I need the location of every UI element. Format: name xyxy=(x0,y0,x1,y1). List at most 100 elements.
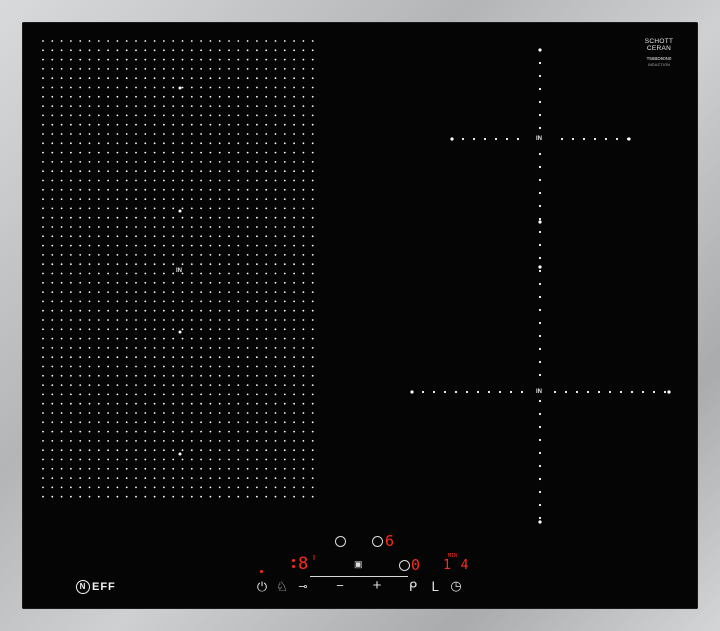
flex-grid-dot xyxy=(70,272,72,275)
flex-grid-dot xyxy=(153,319,156,321)
flex-grid-dot xyxy=(256,226,258,228)
flex-grid-dot xyxy=(163,114,165,117)
flex-grid-dot xyxy=(51,170,54,173)
wipe-protection-icon[interactable]: ▣ xyxy=(354,559,363,570)
flex-grid-dot xyxy=(181,430,184,433)
flex-grid-dot xyxy=(51,319,54,321)
flex-grid-dot xyxy=(293,142,295,145)
flex-grid-dot xyxy=(237,151,240,154)
flex-grid-dot xyxy=(200,198,203,201)
flex-zone-select-button[interactable] xyxy=(335,536,346,547)
flex-grid-dot xyxy=(293,486,295,489)
flex-grid-dot xyxy=(311,49,314,52)
flex-center-dot xyxy=(178,86,182,90)
sensor-button[interactable]: Ⅼ xyxy=(428,580,442,594)
flex-grid-dot xyxy=(283,467,286,470)
flex-grid-dot xyxy=(237,235,240,238)
flex-grid-dot xyxy=(209,281,212,284)
flex-grid-dot xyxy=(274,393,277,396)
flex-grid-dot xyxy=(200,49,203,52)
flex-grid-dot xyxy=(181,347,184,349)
flex-grid-dot xyxy=(116,467,119,470)
flex-grid-dot xyxy=(70,291,72,293)
flex-grid-dot xyxy=(135,216,137,219)
flex-grid-dot xyxy=(190,347,193,349)
right-vertical-dot xyxy=(538,269,542,273)
plus-button[interactable]: + xyxy=(370,578,384,593)
flex-grid-dot xyxy=(311,170,314,173)
right-vertical-dot xyxy=(538,204,542,208)
flex-grid-dot xyxy=(60,105,63,107)
flex-grid-dot xyxy=(144,467,147,470)
flex-grid-dot xyxy=(228,226,230,228)
childlock-button[interactable]: ♘ xyxy=(275,580,289,594)
flex-grid-dot xyxy=(172,384,175,386)
flex-grid-dot xyxy=(200,216,203,219)
minus-button[interactable]: − xyxy=(333,579,347,593)
flex-grid-dot xyxy=(153,254,156,256)
flex-grid-dot xyxy=(181,486,184,489)
flex-grid-dot xyxy=(116,328,119,331)
front-zone-select-button[interactable] xyxy=(399,560,410,571)
flex-grid-dot xyxy=(190,68,193,70)
flex-grid-dot xyxy=(163,374,165,377)
flex-grid-dot xyxy=(209,440,212,442)
flex-grid-dot xyxy=(70,58,72,61)
flex-grid-dot xyxy=(190,467,193,470)
flex-grid-dot xyxy=(79,291,82,293)
flex-grid-dot xyxy=(302,170,305,173)
flex-grid-dot xyxy=(283,105,286,107)
flex-grid-dot xyxy=(218,207,221,210)
flex-grid-dot xyxy=(172,365,175,368)
flex-grid-dot xyxy=(256,430,258,433)
flex-grid-dot xyxy=(181,393,184,396)
flex-grid-dot xyxy=(265,458,268,461)
flex-grid-dot xyxy=(293,449,295,452)
flex-grid-dot xyxy=(153,49,156,52)
flex-grid-dot xyxy=(172,77,175,80)
flex-grid-dot xyxy=(190,105,193,107)
flex-grid-dot xyxy=(209,384,212,386)
flex-grid-dot xyxy=(42,170,44,173)
right-top-horizontal-dot xyxy=(483,137,487,141)
flex-grid-dot xyxy=(79,226,82,228)
rear-zone-select-button[interactable] xyxy=(372,536,383,547)
flex-grid-dot xyxy=(107,58,109,61)
flex-grid-dot xyxy=(107,105,109,107)
flex-grid-dot xyxy=(107,235,109,238)
flex-grid-dot xyxy=(42,272,44,275)
right-bottom-horizontal-dot xyxy=(619,390,623,394)
power-button[interactable]: ⏻ xyxy=(255,580,269,594)
flex-grid-dot xyxy=(256,114,258,117)
flex-grid-dot xyxy=(42,412,44,414)
flex-grid-dot xyxy=(163,365,165,368)
flex-grid-dot xyxy=(125,393,128,396)
flex-grid-dot xyxy=(256,356,258,359)
flex-grid-dot xyxy=(97,86,100,89)
flex-grid-dot xyxy=(237,86,240,89)
flex-grid-dot xyxy=(60,68,63,70)
schott-ceran-logo: SCHOTT CERAN T56BD50N0 INDUCTION xyxy=(639,38,679,69)
flex-grid-dot xyxy=(135,244,137,247)
timer-button[interactable]: ◷ xyxy=(449,579,463,593)
flex-grid-dot xyxy=(60,49,63,52)
flex-grid-dot xyxy=(311,40,314,42)
flex-grid-dot xyxy=(218,263,221,266)
flex-grid-dot xyxy=(181,40,184,42)
flex-grid-dot xyxy=(97,412,100,414)
flex-grid-dot xyxy=(172,68,175,70)
flex-grid-dot xyxy=(200,58,203,61)
powerboost-button[interactable]: ᑭ xyxy=(406,580,420,594)
flex-grid-dot xyxy=(228,374,230,377)
flex-grid-dot xyxy=(51,374,54,377)
flex-grid-dot xyxy=(181,86,184,89)
flex-grid-dot xyxy=(70,449,72,452)
key-button[interactable]: ⊸ xyxy=(295,580,311,594)
flex-grid-dot xyxy=(283,347,286,349)
flex-grid-dot xyxy=(274,235,277,238)
right-top-horizontal-dot xyxy=(593,137,597,141)
right-top-horizontal-dot xyxy=(516,137,520,141)
flex-grid-dot xyxy=(265,161,268,163)
flex-grid-dot xyxy=(246,374,249,377)
flex-grid-dot xyxy=(311,254,314,256)
